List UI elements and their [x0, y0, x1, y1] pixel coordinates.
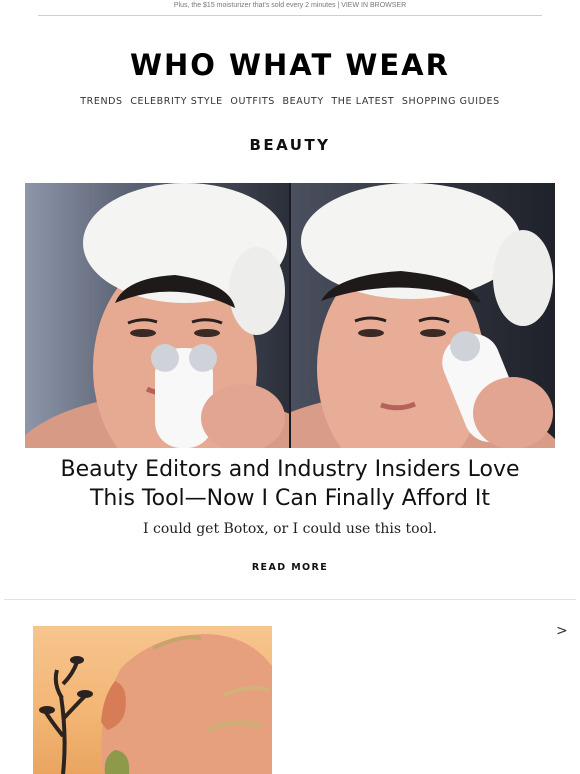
hero-photo-right	[291, 183, 555, 448]
main-nav: TRENDS CELEBRITY STYLE OUTFITS BEAUTY TH…	[0, 96, 580, 107]
nav-item-trends[interactable]: TRENDS	[80, 96, 122, 107]
next-article-image[interactable]	[33, 626, 272, 774]
article-headline-line-1[interactable]: Beauty Editors and Industry Insiders Lov…	[40, 455, 540, 484]
article-headline[interactable]: Beauty Editors and Industry Insiders Lov…	[40, 455, 540, 513]
nav-item-celebrity-style[interactable]: CELEBRITY STYLE	[130, 96, 222, 107]
read-more-link[interactable]: READ MORE	[0, 562, 580, 573]
nav-item-the-latest[interactable]: THE LATEST	[331, 96, 394, 107]
top-divider	[38, 15, 542, 16]
hero-photo-right-art	[291, 183, 555, 448]
preheader-text: Plus, the $15 moisturizer that's sold ev…	[173, 2, 342, 9]
view-in-browser-link[interactable]: VIEW IN BROWSER	[341, 2, 406, 9]
hero-image[interactable]	[25, 183, 555, 448]
hero-photo-left	[25, 183, 289, 448]
nav-item-outfits[interactable]: OUTFITS	[230, 96, 275, 107]
article-dek: I could get Botox, or I could use this t…	[143, 521, 437, 537]
chevron-right-icon[interactable]: >	[556, 623, 568, 639]
next-article-image-art	[39, 634, 272, 774]
nav-item-beauty[interactable]: BEAUTY	[283, 96, 324, 107]
article-headline-line-2[interactable]: This Tool—Now I Can Finally Afford It	[40, 484, 540, 513]
section-divider	[4, 599, 576, 600]
site-logo[interactable]: WHO WHAT WEAR	[0, 48, 580, 82]
nav-item-shopping-guides[interactable]: SHOPPING GUIDES	[402, 96, 500, 107]
hero-photo-left-art	[25, 183, 289, 448]
section-title: BEAUTY	[249, 136, 331, 154]
preheader: Plus, the $15 moisturizer that's sold ev…	[0, 0, 580, 14]
